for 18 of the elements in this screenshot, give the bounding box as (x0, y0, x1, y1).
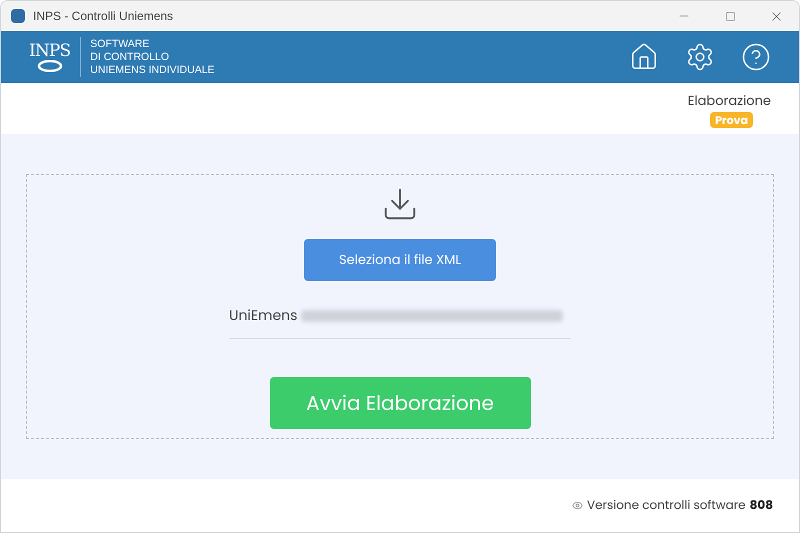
maximize-icon[interactable] (724, 10, 736, 22)
app-subtitle: SOFTWARE (90, 38, 150, 50)
status-badge: Prova (710, 112, 753, 128)
start-processing-button[interactable]: Avvia Elaborazione (270, 377, 530, 429)
version-label: Versione controlli software (587, 496, 746, 514)
logo: INPS (29, 42, 70, 72)
help-icon[interactable] (741, 42, 771, 72)
app-subtitle: UNIEMENS INDIVIDUALE (90, 64, 215, 76)
window-title: INPS - Controlli Uniemens (33, 8, 174, 25)
select-file-button[interactable]: Seleziona il file XML (304, 239, 496, 281)
app-subtitle: DI CONTROLLO (90, 50, 170, 64)
settings-icon[interactable] (685, 42, 715, 72)
eye-icon (572, 500, 583, 511)
status-label: Elaborazione (688, 91, 771, 110)
version-number: 808 (750, 496, 773, 514)
app-icon (11, 9, 25, 23)
home-icon[interactable] (629, 42, 659, 72)
file-name: UniEmens (229, 305, 298, 326)
